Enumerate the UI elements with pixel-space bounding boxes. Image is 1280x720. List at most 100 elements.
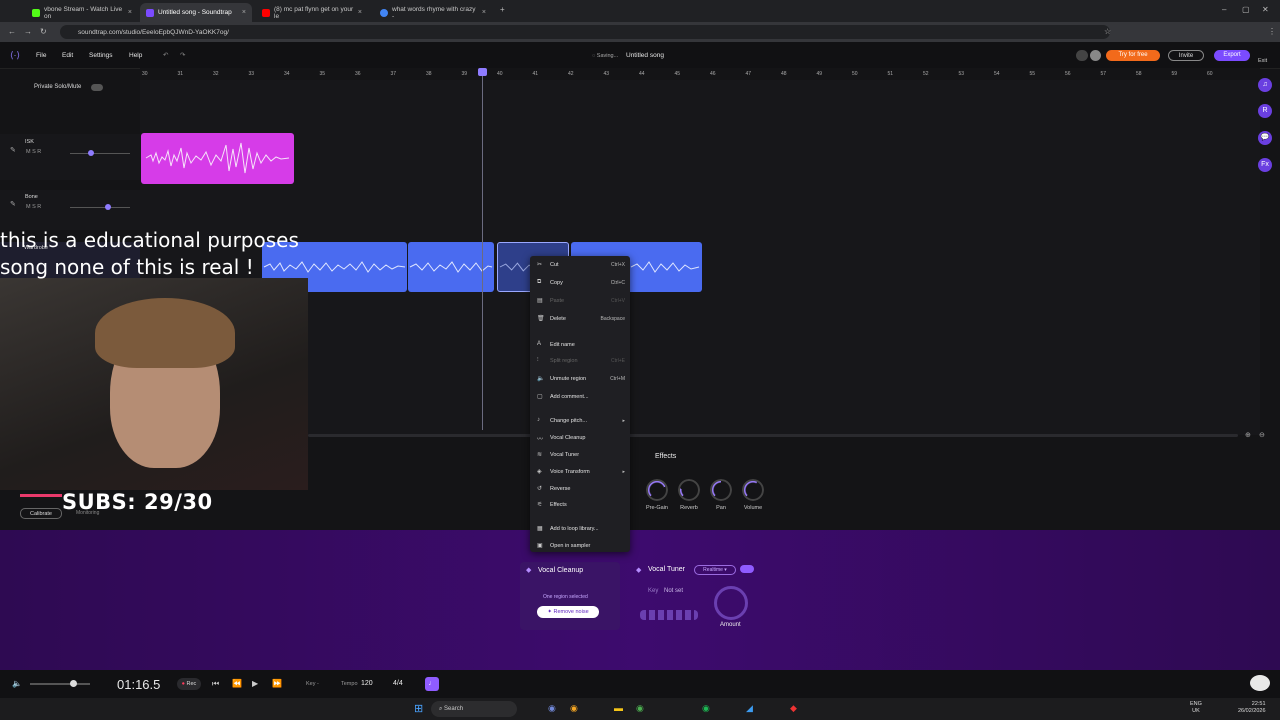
forward-icon[interactable]: → [24, 27, 32, 36]
invite-button[interactable]: Invite [1168, 50, 1204, 61]
menu-edit[interactable]: Edit [62, 52, 73, 59]
vocal-tuner-toggle[interactable] [740, 565, 754, 573]
knob-reverb[interactable] [678, 479, 700, 501]
menu-item-open-in-sampler[interactable]: ▣ Open in sampler [530, 539, 630, 553]
song-title[interactable]: Untitled song [626, 52, 664, 59]
maximize-icon[interactable]: ▢ [1242, 5, 1250, 14]
pencil-icon[interactable]: ✎ [10, 200, 16, 208]
soundtrap-logo-icon[interactable]: ⟨·⟩ [10, 50, 20, 61]
track-header-bone[interactable]: ✎ Bone M S R [0, 190, 140, 230]
system-clock[interactable]: 22:51 26/02/2026 [1238, 701, 1266, 715]
browser-tab[interactable]: what words rhyme with crazy - × [374, 3, 492, 22]
menu-item-vocal-tuner[interactable]: ≋ Vocal Tuner [530, 448, 630, 462]
exit-button[interactable]: Exit [1258, 58, 1267, 64]
volume-slider-track[interactable] [70, 153, 130, 154]
record-button[interactable]: ● Rec [177, 678, 201, 690]
playhead-handle[interactable] [478, 68, 487, 76]
taskbar-search[interactable]: ⌕ Search [431, 701, 517, 717]
file-explorer-icon[interactable]: ▬ [614, 703, 623, 713]
browser-tab-active[interactable]: Untitled song - Soundtrap × [140, 3, 252, 22]
redo-icon[interactable]: ↷ [180, 51, 185, 59]
export-button[interactable]: Export [1214, 50, 1250, 61]
chat-icon[interactable]: 💬 [1258, 131, 1272, 145]
close-icon[interactable]: × [482, 9, 486, 16]
back-icon[interactable]: ← [8, 27, 16, 36]
menu-item-add-comment[interactable]: ▢ Add comment... [530, 390, 630, 404]
rewind-icon[interactable]: ⏪ [232, 679, 242, 688]
chrome-icon[interactable]: ◉ [636, 703, 644, 714]
master-volume-slider[interactable] [30, 683, 90, 685]
close-icon[interactable]: × [128, 9, 132, 16]
key-piano-selector[interactable] [640, 610, 698, 620]
speaker-icon[interactable]: 🔈 [12, 679, 22, 688]
menu-item-unmute-region[interactable]: 🔈 Unmute region Ctrl+M [530, 372, 630, 386]
fast-forward-icon[interactable]: ⏩ [272, 679, 282, 688]
key-value[interactable]: Not set [664, 588, 683, 594]
track-mute-solo-icons[interactable]: M S R [26, 204, 41, 210]
chat-bubble-icon[interactable] [1250, 675, 1270, 691]
browser-tab[interactable]: vbone Stream - Watch Live on × [26, 3, 138, 22]
zoom-out-icon[interactable]: ⊖ [1259, 431, 1265, 439]
menu-item-cut[interactable]: ✂ Cut Ctrl+X [530, 258, 630, 272]
menu-item-add-to-loop-library[interactable]: ▦ Add to loop library... [530, 522, 630, 536]
vscode-icon[interactable]: ◢ [746, 703, 753, 714]
new-tab-icon[interactable]: + [500, 5, 505, 14]
volume-slider-handle[interactable] [88, 150, 94, 156]
zoom-in-icon[interactable]: ⊕ [1245, 431, 1251, 439]
menu-file[interactable]: File [36, 52, 46, 59]
language-indicator[interactable]: ENG UK [1190, 701, 1202, 715]
browser-tab[interactable]: (8) mc pat flynn get on your le × [256, 3, 368, 22]
menu-item-edit-name[interactable]: A Edit name [530, 338, 630, 352]
audio-region-isk[interactable] [141, 133, 294, 184]
menu-item-change-pitch[interactable]: ♪ Change pitch... ▸ [530, 414, 630, 428]
browser-menu-icon[interactable]: ⋮ [1268, 27, 1276, 36]
fx-icon[interactable]: Fx [1258, 158, 1272, 172]
try-for-free-button[interactable]: Try for free [1106, 50, 1160, 61]
pdf-icon[interactable]: ◆ [790, 703, 797, 714]
skip-back-icon[interactable]: ⏮ [212, 679, 219, 689]
collab-icon[interactable]: R [1258, 104, 1272, 118]
tuner-mode-select[interactable]: Realtime ▾ [694, 565, 736, 575]
reload-icon[interactable]: ↻ [40, 27, 47, 36]
track-header-isk[interactable]: ✎ ISK M S R [0, 134, 140, 180]
menu-item-voice-transform[interactable]: ◈ Voice Transform ▸ [530, 465, 630, 479]
knob-volume[interactable] [742, 479, 764, 501]
metronome-icon[interactable]: ♩ [425, 677, 439, 691]
close-icon[interactable]: × [358, 9, 362, 16]
spotify-icon[interactable]: ◉ [702, 703, 710, 714]
master-volume-handle[interactable] [70, 680, 77, 687]
knob-pan[interactable] [710, 479, 732, 501]
menu-item-copy[interactable]: ⧉ Copy Ctrl+C [530, 276, 630, 290]
track-name[interactable]: Bone [25, 194, 38, 200]
menu-item-vocal-cleanup[interactable]: 〰 Vocal Cleanup [530, 431, 630, 445]
discord-icon[interactable]: ◉ [548, 703, 556, 714]
music-note-icon[interactable]: ♫ [1258, 78, 1272, 92]
private-solo-mute-toggle[interactable] [91, 84, 103, 91]
playhead-line[interactable] [482, 70, 483, 430]
menu-settings[interactable]: Settings [89, 52, 113, 59]
close-icon[interactable]: × [242, 9, 246, 16]
track-mute-solo-icons[interactable]: M S R [26, 149, 41, 155]
minimize-icon[interactable]: – [1222, 5, 1226, 14]
bookmark-star-icon[interactable]: ☆ [1104, 27, 1111, 36]
tempo-value[interactable]: 120 [361, 680, 373, 687]
user-avatar[interactable] [1090, 50, 1101, 61]
calibrate-button[interactable]: Calibrate [20, 508, 62, 519]
url-field[interactable]: soundtrap.com/studio/EeeloEpbQJWnD-YaOKK… [60, 25, 1110, 39]
windows-start-icon[interactable]: ⊞ [414, 702, 423, 715]
play-icon[interactable]: ▶ [252, 679, 258, 688]
horizontal-scrollbar[interactable] [308, 434, 1238, 437]
toggle-icon[interactable] [1076, 50, 1088, 61]
menu-item-delete[interactable]: 🗑 Delete Backspace [530, 312, 630, 326]
menu-item-effects[interactable]: ⚟ Effects [530, 498, 630, 512]
undo-icon[interactable]: ↶ [163, 51, 168, 59]
remove-noise-button[interactable]: ✦ Remove noise [537, 606, 599, 618]
volume-slider-track[interactable] [70, 207, 130, 208]
time-signature[interactable]: 4/4 [393, 680, 403, 687]
knob-pre-gain[interactable] [646, 479, 668, 501]
app-icon[interactable]: ◉ [570, 703, 578, 714]
amount-knob[interactable] [714, 586, 748, 620]
volume-slider-handle[interactable] [105, 204, 111, 210]
window-close-icon[interactable]: ✕ [1262, 5, 1269, 14]
menu-help[interactable]: Help [129, 52, 142, 59]
